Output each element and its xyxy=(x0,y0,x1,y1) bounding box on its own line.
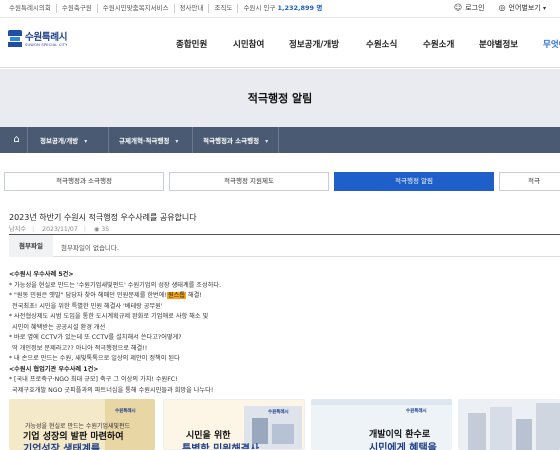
language-button[interactable]: ◎ 언어별보기 ▾ xyxy=(499,3,546,13)
article-meta: 남지수 | 2023/11/07 | ◉ 35 xyxy=(9,226,110,233)
tab-item[interactable]: 적극행정 지원제도 xyxy=(169,172,329,191)
home-icon[interactable]: ⌂ xyxy=(6,127,28,153)
login-label: 로그인 xyxy=(465,4,485,12)
attachment-value: 첨부파일이 없습니다. xyxy=(61,244,119,252)
globe-icon: ◎ xyxy=(498,3,506,12)
page-title: 적극행정 알림 xyxy=(247,92,313,105)
body-text: 해결! xyxy=(187,292,202,299)
sub-tabs: 적극행정과 소극행정 적극행정 지원제도 적극행정 알림 적극 xyxy=(0,172,560,192)
thumbnail-logo: 수원특례시 xyxy=(406,409,427,414)
gnb-item[interactable]: 무엇이 xyxy=(543,38,560,50)
chevron-down-icon: ▾ xyxy=(84,138,88,145)
population-label: 수원시 인구 xyxy=(243,4,276,12)
body-line: 전국최초! 시민을 위한 특별한 민원 해결사 '베테랑 공무원' xyxy=(12,302,163,310)
thumbnail-headline: 기업성장 생태계를 xyxy=(23,444,101,450)
language-label: 언어별보기 xyxy=(508,4,541,12)
highlight-text: 원스톱 xyxy=(166,292,187,299)
site-logo[interactable]: 수원특례시 SUWON SPECIAL CITY xyxy=(8,28,68,48)
login-button[interactable]: ☺ 로그인 xyxy=(454,3,485,13)
gnb-item[interactable]: 수원소개 xyxy=(423,38,454,50)
body-line: 딱 개인정보 문제라고?? 아니아 적극행정으로 해결!! xyxy=(12,344,148,352)
thumbnail-logo: 수원특례시 xyxy=(268,410,289,415)
utility-link[interactable]: 정사안내 xyxy=(175,4,210,13)
logo-sub: SUWON SPECIAL CITY xyxy=(25,43,68,47)
utility-link[interactable]: 수원축구원 xyxy=(57,4,98,13)
logo-mark-icon xyxy=(8,28,22,48)
thumbnail-card[interactable] xyxy=(458,399,560,450)
breadcrumb-item[interactable]: 적극행정과 소극행정 ▾ xyxy=(203,135,268,145)
section-heading: <수원시 우수사례 5건> xyxy=(9,271,74,278)
gnb-item[interactable]: 시민참여 xyxy=(233,38,264,50)
body-line: * 바로 옆에 CCTV가 있는데 또 CCTV를 설치해서 쓴다고?어떻게? xyxy=(9,334,182,341)
breadcrumb-label: 정보공개/개방 xyxy=(40,137,79,145)
gnb-item[interactable]: 종합민원 xyxy=(176,38,207,50)
breadcrumb-item[interactable]: 규제개혁·적극행정 ▾ xyxy=(119,135,178,145)
article-date: 2023/11/07 xyxy=(42,226,78,233)
user-icon: ☺ xyxy=(453,3,463,12)
attachment-label: 첨부파일 xyxy=(9,235,53,257)
thumbnail-card[interactable]: 수원특례시 가능성을 현실로 만드는 수원기업새빛펀드 기업 성장의 발판 마련… xyxy=(9,399,155,450)
tab-item[interactable]: 적극행정과 소극행정 xyxy=(4,172,164,191)
site-header: 수원특례시 SUWON SPECIAL CITY 종합민원 시민참여 정보공개/… xyxy=(0,18,560,68)
attachment-row: 첨부파일 첨부파일이 없습니다. xyxy=(9,235,560,257)
body-line: * 사전협상제도 시범 도입을 통한 도시계획규제 완화로 기업애로 사항 해소… xyxy=(9,313,209,320)
thumbnail-logo: 수원특례시 xyxy=(115,409,136,414)
utility-link[interactable]: 수원시민맞춤복지서비스 xyxy=(98,4,175,13)
tab-item[interactable]: 적극 xyxy=(499,172,560,191)
population-value: 1,232,899 명 xyxy=(277,4,323,12)
thumbnail-headline: 시민에게 혜택을 xyxy=(369,443,437,450)
tab-item-active[interactable]: 적극행정 알림 xyxy=(334,172,494,191)
population-info: 수원시 인구 1,232,899 명 xyxy=(238,4,327,13)
chevron-down-icon: ▾ xyxy=(265,138,269,145)
breadcrumb-item[interactable]: 정보공개/개방 ▾ xyxy=(40,135,87,145)
thumbnail-headline: 특별한 민원해결사 xyxy=(182,444,260,450)
body-line: * [국내 프로축구·NGO 최대 규모] 축구 그 이상의 가치! 수원FC! xyxy=(9,376,178,383)
section-heading: <수원시 협업기관 우수사례 1건> xyxy=(9,365,99,373)
chevron-down-icon: ▾ xyxy=(175,138,179,145)
thumbnail-card[interactable]: 수원특례시 시민을 위한 특별한 민원해결사 xyxy=(163,399,305,450)
gnb-item[interactable]: 수원소식 xyxy=(366,38,397,50)
article-views: 35 xyxy=(101,226,110,233)
utility-bar: 수원특례시의회 수원축구원 수원시민맞춤복지서비스 정사안내 조직도 수원시 인… xyxy=(0,0,560,18)
logo-name: 수원특례시 xyxy=(25,32,68,43)
body-line: 시민이 혜택받는 공공시설 환경 개선 xyxy=(12,323,106,331)
page-title-band: 적극행정 알림 xyxy=(0,69,560,127)
thumbnail-card[interactable]: 수원특례시 개발이익 환수로 시민에게 혜택을 xyxy=(311,399,452,450)
body-line: * 가능성을 현실로 만드는 '수원기업새빛펀드' 수원기업의 성장 생태계를 … xyxy=(9,281,222,289)
utility-link[interactable]: 수원특례시의회 xyxy=(4,4,57,13)
article-title: 2023년 하반기 수원시 적극행정 우수사례를 공유합니다 xyxy=(9,213,197,222)
eye-icon: ◉ xyxy=(93,226,100,233)
utility-link[interactable]: 조직도 xyxy=(209,4,239,13)
gnb-item[interactable]: 정보공개/개방 xyxy=(289,38,339,50)
breadcrumb-label: 적극행정과 소극행정 xyxy=(203,137,260,145)
utility-links: 수원특례시의회 수원축구원 수원시민맞춤복지서비스 정사안내 조직도 수원시 인… xyxy=(4,4,327,13)
body-line: * 내 손으로 만드는 수원, 새빛톡톡으로 일상의 제안이 정책이 된다 xyxy=(9,355,180,362)
breadcrumb-label: 규제개혁·적극행정 xyxy=(119,137,170,145)
breadcrumb: ⌂ 정보공개/개방 ▾ 규제개혁·적극행정 ▾ 적극행정과 소극행정 ▾ xyxy=(0,127,560,153)
body-line: * "원동 민원은 옛말" 담당자 찾아 헤매던 민원문제를 한번에!원스톱 해… xyxy=(9,291,554,302)
article-body: <수원시 우수사례 5건> * 가능성을 현실로 만드는 '수원기업새빛펀드' … xyxy=(9,270,554,396)
article-author: 남지수 xyxy=(9,226,27,233)
chevron-down-icon: ▾ xyxy=(542,5,546,12)
body-line: 국제구호개발 NGO 굿피플과의 파트너십을 통해 수원시민들과 희망을 나누다… xyxy=(12,386,214,394)
body-text: * "원동 민원은 옛말" 담당자 찾아 헤매던 민원문제를 한번에! xyxy=(9,292,167,299)
gnb-item[interactable]: 분야별정보 xyxy=(479,38,518,50)
